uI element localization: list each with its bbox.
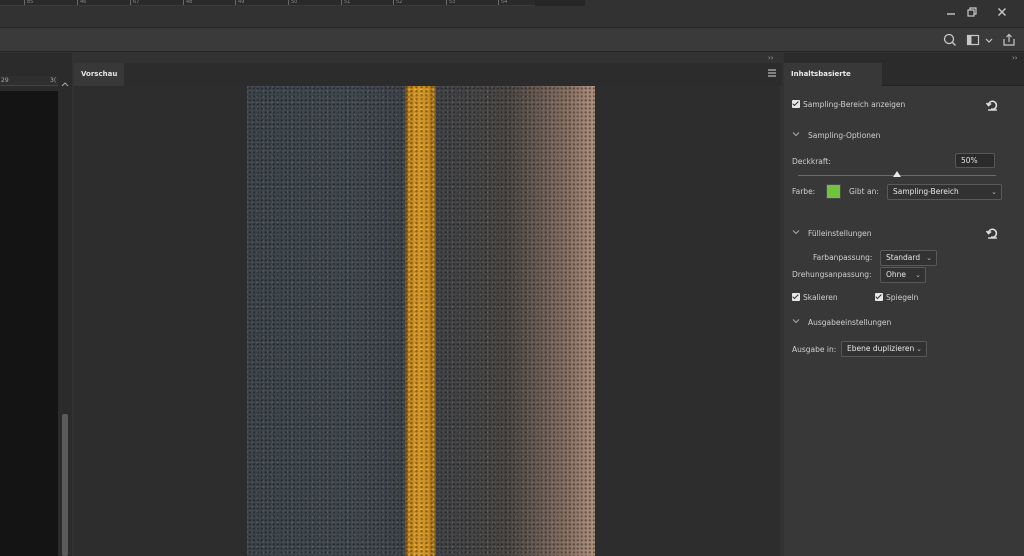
chevron-down-icon[interactable] [792,228,800,238]
chevron-down-icon: ⌄ [916,345,922,353]
indicates-dropdown[interactable]: Sampling-Bereich ⌄ [887,184,1002,200]
opacity-slider-thumb[interactable] [893,171,901,177]
indicates-label: Gibt an: [849,187,879,196]
color-adaptation-value: Standard [886,253,921,262]
output-settings-section[interactable]: Ausgabeeinstellungen [808,318,891,327]
color-label: Farbe: [792,187,816,196]
chevron-down-icon[interactable] [792,130,800,140]
options-bar [0,27,1024,52]
sampling-options-section[interactable]: Sampling-Optionen [808,131,880,140]
chevron-down-icon: ⌄ [991,188,997,196]
ruler-tick: 29 [1,77,9,84]
chevron-down-icon[interactable] [984,32,994,48]
scale-checkbox[interactable] [792,293,800,301]
opacity-input[interactable]: 50% [955,153,995,168]
rotation-adaptation-dropdown[interactable]: Ohne ⌄ [880,267,926,283]
output-label: Ausgabe in: [792,345,837,354]
window-bar [0,0,1024,26]
reset-icon[interactable] [985,226,999,240]
preview-header [124,63,782,86]
color-adaptation-dropdown[interactable]: Standard ⌄ [880,250,937,266]
mirror-label: Spiegeln [886,293,919,302]
search-icon[interactable] [942,32,958,48]
share-icon[interactable] [1001,32,1017,48]
output-value: Ebene duplizieren [847,344,915,353]
minimize-icon[interactable] [943,4,959,20]
output-dropdown[interactable]: Ebene duplizieren ⌄ [841,341,927,357]
show-sampling-checkbox[interactable] [792,100,800,108]
scrollbar-thumb[interactable] [62,414,68,556]
collapse-icon[interactable]: ›› [1012,54,1018,62]
panel-menu-icon[interactable] [766,66,778,80]
collapse-icon[interactable]: ›› [768,54,774,62]
left-ruler: 29 3( [0,76,58,86]
reset-icon[interactable] [985,98,999,112]
show-sampling-label: Sampling-Bereich anzeigen [803,100,906,109]
mirror-checkbox[interactable] [875,293,883,301]
tab-preview[interactable]: Vorschau [74,63,124,86]
chevron-down-icon[interactable] [792,317,800,327]
color-adaptation-label: Farbanpassung: [813,253,873,262]
tab-content-aware-fill[interactable]: Inhaltsbasierte Füllung [784,63,882,101]
preview-image-stripe [405,86,436,556]
workspace-icon[interactable] [965,32,981,48]
chevron-down-icon: ⌄ [915,271,921,279]
document-canvas[interactable] [0,91,58,556]
chevron-down-icon: ⌄ [926,254,932,262]
close-icon[interactable] [994,4,1010,20]
rotation-adaptation-label: Drehungsanpassung: [792,270,872,279]
opacity-label: Deckkraft: [792,157,831,166]
fill-settings-section[interactable]: Fülleinstellungen [808,229,872,238]
restore-icon[interactable] [964,4,980,20]
rotation-adaptation-value: Ohne [886,270,907,279]
scale-label: Skalieren [803,293,838,302]
color-swatch[interactable] [826,184,841,199]
ruler-tick: 3( [50,77,57,84]
indicates-value: Sampling-Bereich [893,187,959,196]
